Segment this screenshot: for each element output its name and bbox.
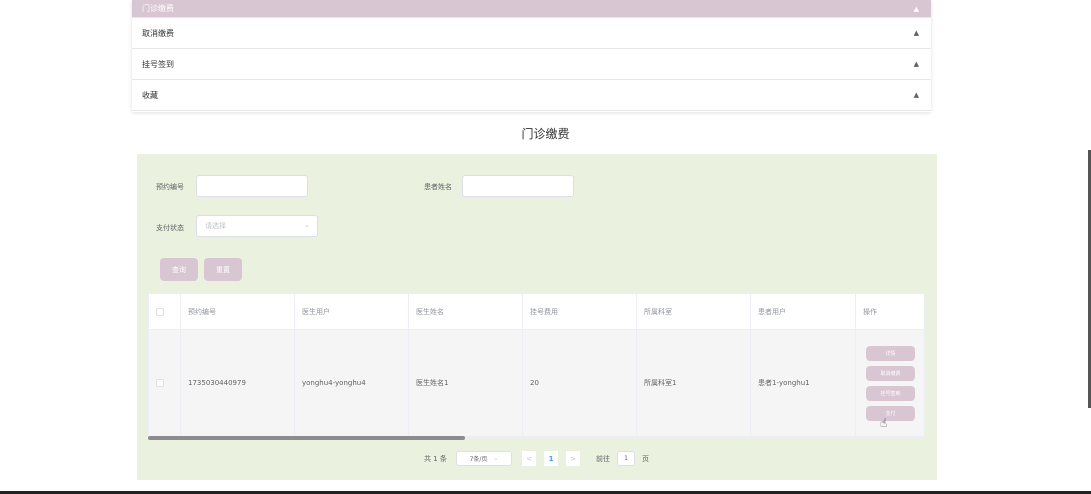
pay-status-label: 支付状态 xyxy=(156,224,184,232)
header-cell: 医生姓名 xyxy=(409,294,523,329)
menu-icon: ▲ xyxy=(913,60,919,68)
check-in-button[interactable]: 挂号签到 xyxy=(866,385,915,401)
goto-suffix: 页 xyxy=(642,454,649,463)
row-select-cell xyxy=(149,330,181,436)
side-menu: 门诊缴费 ▲ 取消缴费 ▲ 挂号签到 ▲ 收藏 ▲ xyxy=(132,0,931,112)
appointment-no-input[interactable] xyxy=(196,175,308,197)
goto-prefix: 前往 xyxy=(596,454,610,463)
prev-page-button[interactable]: < xyxy=(522,451,536,466)
pay-status-placeholder: 请选择 xyxy=(205,222,226,230)
data-table: 预约编号 医生用户 医生姓名 挂号费用 所属科室 患者用户 操作 1735030… xyxy=(148,293,925,437)
chevron-down-icon: ⌄ xyxy=(304,221,310,229)
header-cell: 预约编号 xyxy=(181,294,295,329)
menu-item-label: 取消缴费 xyxy=(142,28,174,38)
header-cell: 所属科室 xyxy=(637,294,751,329)
patient-name-label: 患者姓名 xyxy=(424,183,452,191)
menu-item-label: 收藏 xyxy=(142,90,158,100)
menu-item-label: 门诊缴费 xyxy=(142,4,174,13)
menu-item-label: 挂号签到 xyxy=(142,59,174,69)
header-cell: 患者用户 xyxy=(751,294,856,329)
pay-status-select[interactable]: 请选择 ⌄ xyxy=(196,215,318,237)
header-cell: 操作 xyxy=(863,307,877,316)
cell-operations: 详情 取消缴费 挂号签到 支付 xyxy=(856,330,924,436)
search-button[interactable]: 查询 xyxy=(160,258,198,281)
cell-department: 所属科室1 xyxy=(637,330,751,436)
table-header: 预约编号 医生用户 医生姓名 挂号费用 所属科室 患者用户 操作 xyxy=(149,294,924,330)
page-1-button[interactable]: 1 xyxy=(544,451,558,466)
cell-doctor-user: yonghu4-yonghu4 xyxy=(295,330,409,436)
menu-item-check-in[interactable]: 挂号签到 ▲ xyxy=(132,49,931,80)
pagination-total: 共 1 条 xyxy=(424,454,447,463)
menu-icon: ▲ xyxy=(913,29,919,37)
select-all-cell xyxy=(149,294,181,329)
page-size-value: 7条/页 xyxy=(469,456,488,463)
cell-doctor-name: 医生姓名1 xyxy=(409,330,523,436)
reset-button[interactable]: 重置 xyxy=(204,258,242,281)
cell-patient-user: 患者1-yonghu1 xyxy=(751,330,856,436)
next-page-button[interactable]: > xyxy=(566,451,580,466)
appointment-no-label: 预约编号 xyxy=(156,183,184,191)
select-all-checkbox[interactable] xyxy=(156,307,164,316)
menu-item-favorites[interactable]: 收藏 ▲ xyxy=(132,80,931,111)
page-size-select[interactable]: 7条/页 ⌄ xyxy=(456,451,512,466)
patient-name-input[interactable] xyxy=(462,175,574,197)
menu-icon: ▲ xyxy=(913,91,919,99)
cancel-payment-button[interactable]: 取消缴费 xyxy=(866,365,915,381)
header-cell: 挂号费用 xyxy=(523,294,637,329)
table-row: 1735030440979 yonghu4-yonghu4 医生姓名1 20 所… xyxy=(149,330,924,436)
row-checkbox[interactable] xyxy=(156,379,164,387)
cell-appointment-no: 1735030440979 xyxy=(181,330,295,436)
menu-item-cancel-payment[interactable]: 取消缴费 ▲ xyxy=(132,18,931,49)
pay-button[interactable]: 支付 xyxy=(866,405,915,421)
hand-cursor-icon: ☝ xyxy=(880,416,888,430)
detail-button[interactable]: 详情 xyxy=(866,345,915,361)
goto-page-input[interactable]: 1 xyxy=(617,451,635,466)
menu-icon: ▲ xyxy=(913,4,919,13)
table-horizontal-scrollbar[interactable] xyxy=(148,436,465,440)
menu-item-outpatient-payment[interactable]: 门诊缴费 ▲ xyxy=(132,0,931,18)
chevron-down-icon: ⌄ xyxy=(493,455,499,462)
cell-fee: 20 xyxy=(523,330,637,436)
header-cell: 医生用户 xyxy=(295,294,409,329)
page-title: 门诊缴费 xyxy=(521,127,570,141)
